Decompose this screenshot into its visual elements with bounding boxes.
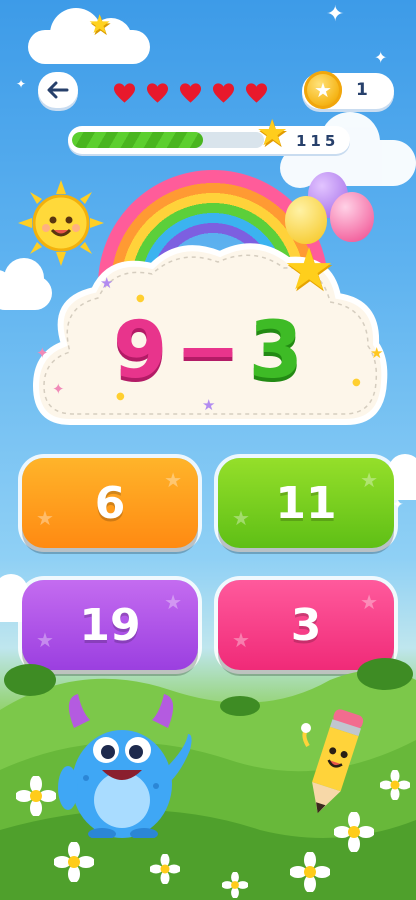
daisy-flower-icon (290, 852, 330, 892)
score-value: 115 (296, 132, 340, 150)
operand-b: 3 (248, 306, 305, 396)
star-icon: ★ (202, 396, 216, 414)
answer-label: 11 (275, 477, 337, 529)
daisy-flower-icon (16, 776, 56, 816)
sparkle-icon: ✦ (374, 48, 388, 67)
progress-bar: ★ 115 (68, 116, 350, 154)
star-icon: ★ (256, 113, 289, 154)
daisy-flower-icon (54, 842, 94, 882)
game-screen: ★ ✦ ✦ ✦ ✦ ★ 1 ★ 115 ★ ✦ ✦ ★ ★ ● ● ● 9−3 … (0, 0, 416, 900)
equation: 9−3 (30, 312, 388, 390)
pencil-character-icon (301, 709, 364, 814)
lives-indicator (113, 82, 268, 104)
heart-icon (212, 83, 235, 103)
coin-count: 1 (356, 80, 368, 100)
arrow-left-icon (47, 81, 69, 99)
answer-label: 6 (94, 477, 126, 529)
coin-counter: ★ 1 (302, 71, 394, 109)
progress-fill (72, 132, 203, 148)
star-icon: ★ (164, 590, 182, 614)
sparkle-icon: ✦ (326, 2, 345, 27)
star-coin-icon: ★ (304, 71, 342, 109)
dot-icon: ● (136, 293, 145, 304)
monster-character-icon (58, 694, 192, 838)
heart-icon (245, 83, 268, 103)
star-icon: ★ (360, 468, 378, 492)
answer-button-2[interactable]: ★ ★ 11 (218, 458, 394, 548)
daisy-flower-icon (150, 854, 180, 884)
operand-a: 9 (113, 306, 170, 396)
star-icon: ★ (232, 506, 250, 530)
star-icon: ★ (360, 590, 378, 614)
answer-button-1[interactable]: ★ ★ 6 (22, 458, 198, 548)
heart-icon (179, 83, 202, 103)
heart-icon (113, 83, 136, 103)
sparkle-icon: ✦ (16, 77, 27, 91)
progress-track (72, 132, 264, 148)
star-icon: ★ (88, 10, 112, 40)
star-icon: ★ (100, 274, 114, 292)
daisy-flower-icon (380, 770, 410, 800)
daisy-flower-icon (222, 872, 248, 898)
operator-minus: − (175, 306, 243, 396)
back-button[interactable] (38, 72, 78, 108)
daisy-flower-icon (334, 812, 374, 852)
star-character-icon: ★ (283, 235, 335, 303)
star-icon: ★ (164, 468, 182, 492)
heart-icon (146, 83, 169, 103)
balloon-icon (330, 192, 374, 242)
star-icon: ★ (36, 506, 54, 530)
